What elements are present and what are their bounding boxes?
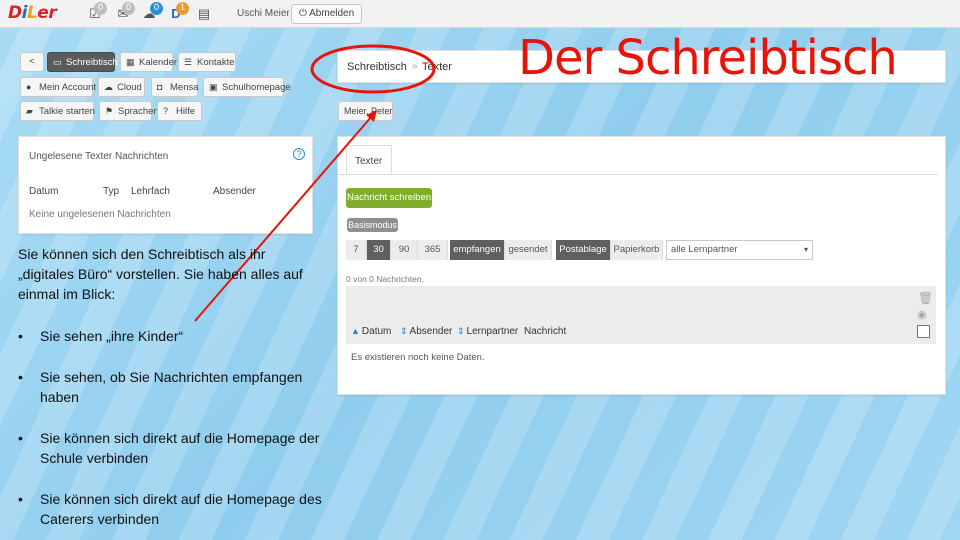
slide-intro: Sie können sich den Schreibtisch als ihr… [18,246,303,302]
bullet-dot: • [18,369,23,385]
bullet-dot: • [18,491,23,507]
bullet-dot: • [18,328,23,344]
bullet-dot: • [18,430,23,446]
highlight-ellipse [310,44,436,94]
